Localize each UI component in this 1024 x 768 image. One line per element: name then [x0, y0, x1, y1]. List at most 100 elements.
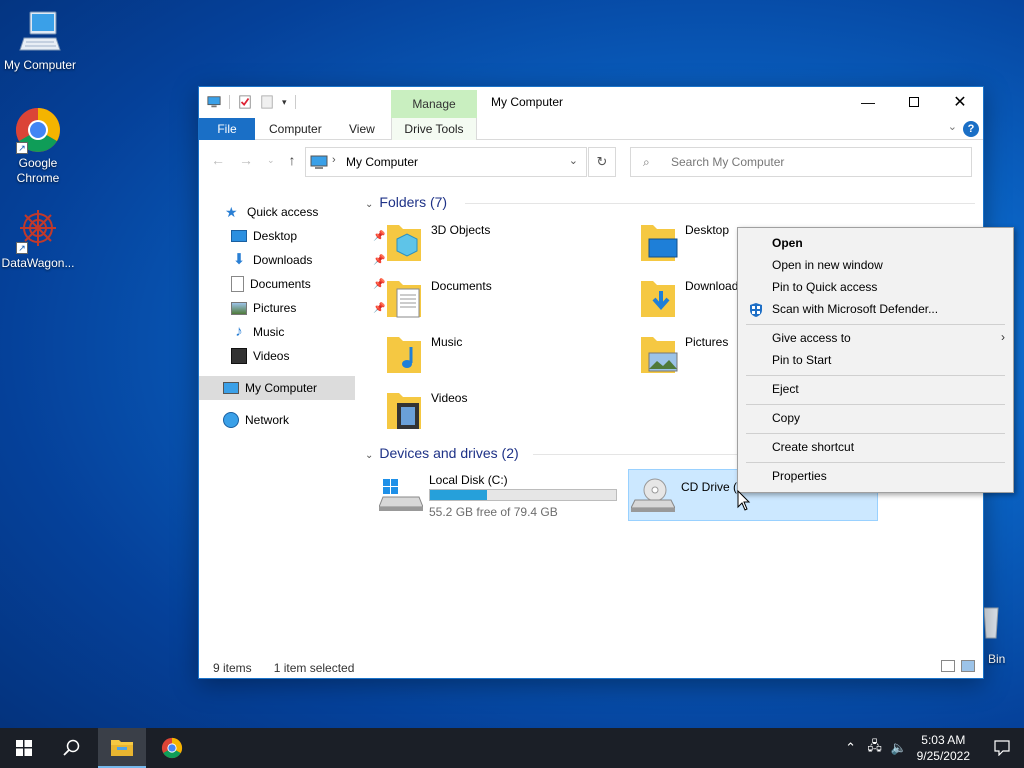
maximize-icon: [909, 97, 919, 107]
chevron-up-icon[interactable]: ⌃: [839, 740, 863, 756]
folder-documents[interactable]: Documents: [385, 275, 605, 323]
search-button[interactable]: [48, 728, 96, 768]
forward-icon[interactable]: →: [239, 152, 253, 168]
start-button[interactable]: [0, 728, 48, 768]
desktop-icon-my-computer[interactable]: My Computer: [0, 8, 80, 73]
status-bar: 9 items 1 item selected: [213, 661, 354, 675]
desktop-icon-label: Bin: [988, 652, 1006, 666]
cd-drive-icon: [631, 478, 675, 512]
drive-free-space: 55.2 GB free of 79.4 GB: [429, 505, 558, 519]
tab-manage[interactable]: Manage: [391, 90, 477, 118]
folder-name: Download: [685, 279, 739, 293]
chrome-icon: ↗: [14, 106, 62, 154]
sidebar-item-label: Downloads: [253, 253, 313, 267]
sidebar-item-desktop[interactable]: Desktop 📌: [231, 225, 385, 247]
chevron-down-icon[interactable]: ⌄: [569, 154, 578, 167]
clock-time: 5:03 AM: [921, 733, 966, 747]
expand-ribbon-icon[interactable]: ⌄: [948, 120, 957, 133]
taskbar-file-explorer[interactable]: [98, 728, 146, 768]
datawagon-icon: ↗: [14, 206, 62, 254]
downloads-folder-icon: [641, 281, 675, 317]
sidebar-item-downloads[interactable]: ⬇ Downloads 📌: [231, 249, 386, 271]
sidebar-item-documents[interactable]: Documents 📌: [231, 273, 385, 295]
menu-separator: [746, 462, 1005, 463]
customize-toolbar-icon[interactable]: ▾: [282, 97, 287, 108]
sidebar-item-label: My Computer: [245, 381, 318, 395]
computer-icon: [223, 382, 239, 394]
music-folder-icon: [387, 337, 421, 373]
music-icon: ♪: [235, 323, 243, 340]
properties-icon[interactable]: [238, 95, 252, 109]
large-icons-view-icon[interactable]: [961, 660, 975, 672]
volume-icon[interactable]: 🔈: [887, 740, 911, 756]
sidebar-item-quick-access[interactable]: ★ Quick access: [225, 201, 318, 223]
group-header-folders[interactable]: ⌄ Folders (7): [365, 194, 447, 210]
windows-drive-icon: [379, 479, 423, 511]
sidebar-item-my-computer[interactable]: My Computer: [223, 377, 317, 399]
group-header-devices[interactable]: ⌄ Devices and drives (2): [365, 445, 519, 461]
close-button[interactable]: ✕: [937, 87, 983, 117]
sidebar-item-label: Music: [253, 325, 285, 339]
maximize-button[interactable]: [891, 87, 937, 117]
sidebar-item-network[interactable]: Network: [223, 409, 289, 431]
menu-item-pin-quick-access[interactable]: Pin to Quick access: [772, 280, 877, 294]
folder-name: Desktop: [685, 223, 730, 237]
documents-folder-icon: [387, 281, 421, 318]
sidebar-item-music[interactable]: ♪ Music: [231, 321, 284, 343]
folder-3d-objects[interactable]: 3D Objects: [385, 219, 605, 267]
group-header-label: Devices and drives (2): [379, 445, 519, 461]
breadcrumb[interactable]: My Computer: [346, 155, 418, 169]
menu-item-copy[interactable]: Copy: [772, 411, 800, 425]
help-icon[interactable]: ?: [963, 121, 979, 137]
menu-item-properties[interactable]: Properties: [772, 469, 827, 483]
address-bar[interactable]: › My Computer ⌄: [305, 147, 587, 177]
clock[interactable]: 5:03 AM 9/25/2022: [917, 732, 970, 764]
menu-item-create-shortcut[interactable]: Create shortcut: [772, 440, 854, 454]
folder-videos[interactable]: Videos: [385, 387, 605, 435]
search-placeholder: Search My Computer: [671, 155, 785, 169]
sidebar-item-label: Pictures: [253, 301, 297, 315]
menu-item-give-access[interactable]: Give access to: [772, 331, 851, 345]
drive-usage-bar: [429, 489, 617, 501]
folder-name: 3D Objects: [431, 223, 491, 237]
tab-view[interactable]: View: [349, 118, 375, 140]
back-icon[interactable]: ←: [211, 152, 225, 168]
folder-name: Pictures: [685, 335, 729, 349]
sidebar-item-videos[interactable]: Videos: [231, 345, 289, 367]
folder-music[interactable]: Music: [385, 331, 605, 379]
desktop-icon-recycle-bin[interactable]: Bin: [983, 600, 1024, 670]
pin-icon: 📌: [373, 278, 386, 290]
tab-drive-tools[interactable]: Drive Tools: [391, 118, 477, 140]
details-view-icon[interactable]: [941, 660, 955, 672]
menu-separator: [746, 433, 1005, 434]
menu-item-pin-start[interactable]: Pin to Start: [772, 353, 831, 367]
taskbar-chrome[interactable]: [148, 728, 196, 768]
close-icon: ✕: [953, 94, 967, 111]
sidebar-item-label: Network: [245, 413, 290, 427]
recent-locations-icon[interactable]: ⌄: [267, 155, 275, 168]
network-icon[interactable]: 🖧: [863, 737, 887, 759]
minimize-button[interactable]: —: [845, 87, 891, 117]
menu-item-eject[interactable]: Eject: [772, 382, 799, 396]
desktop-icon-label: My Computer: [3, 58, 77, 72]
tab-computer[interactable]: Computer: [269, 118, 322, 140]
menu-item-open-new-window[interactable]: Open in new window: [772, 258, 883, 272]
new-folder-icon[interactable]: [260, 95, 274, 109]
refresh-button[interactable]: ↻: [588, 147, 616, 177]
sidebar-item-pictures[interactable]: Pictures 📌: [231, 297, 385, 319]
drive-local-disk-c[interactable]: Local Disk (C:) 55.2 GB free of 79.4 GB: [377, 469, 623, 521]
notification-button[interactable]: [980, 728, 1024, 768]
document-icon: [231, 276, 244, 292]
desktop-icon-datawagon[interactable]: ↗ DataWagon...: [0, 206, 78, 271]
menu-item-open[interactable]: Open: [772, 236, 803, 250]
search-input[interactable]: ⌕ Search My Computer: [630, 147, 972, 177]
computer-icon[interactable]: [207, 95, 221, 109]
menu-item-scan-defender[interactable]: Scan with Microsoft Defender...: [772, 302, 938, 316]
tab-file[interactable]: File: [199, 118, 255, 140]
pin-icon: 📌: [373, 230, 386, 242]
pictures-folder-icon: [641, 337, 678, 373]
pin-icon: 📌: [373, 254, 386, 266]
desktop-icon-google-chrome[interactable]: ↗ Google Chrome: [0, 106, 78, 186]
up-icon[interactable]: ↑: [289, 152, 296, 168]
search-icon: [63, 739, 80, 756]
